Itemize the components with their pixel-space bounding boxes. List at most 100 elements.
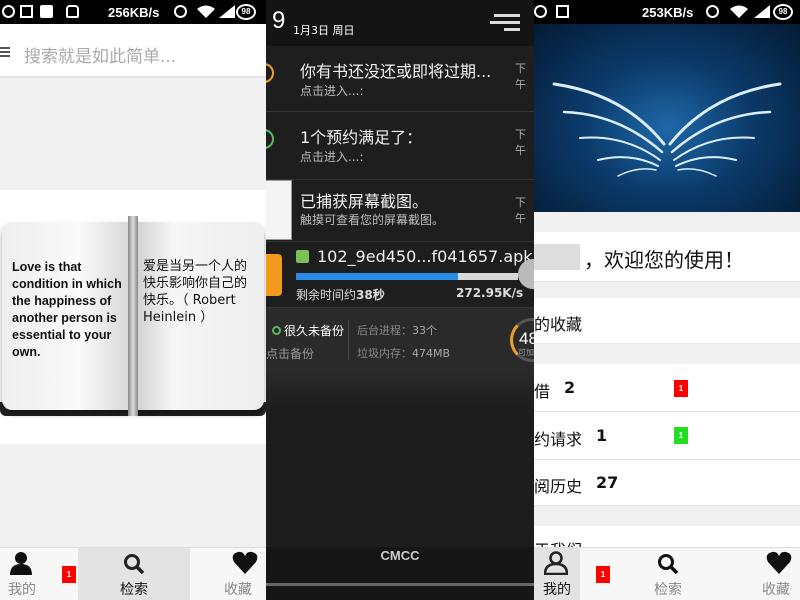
- notification-badge: 1: [674, 380, 688, 397]
- drag-handle[interactable]: [266, 583, 534, 586]
- download-speed: 272.95K/s: [456, 286, 524, 300]
- notification-title: 你有书还没还或即将过期...: [300, 62, 492, 81]
- notification-subtitle: 点击进入...:: [300, 84, 364, 98]
- carrier-label: CMCC: [380, 548, 420, 563]
- tab-search[interactable]: 检索: [78, 548, 190, 600]
- lock-icon: [66, 5, 79, 18]
- alarm-icon: [174, 5, 187, 18]
- check-icon: [534, 5, 547, 18]
- battery-indicator: 98: [236, 4, 256, 20]
- tab-search-label: 检索: [120, 582, 148, 598]
- quote-english: Love is that condition in which the happ…: [12, 260, 122, 359]
- row-count: 2: [564, 378, 576, 397]
- row-label: 的收藏: [534, 315, 583, 334]
- notification-badge: 1: [674, 427, 688, 444]
- user-icon: [544, 551, 568, 575]
- notification-time: 下午: [515, 196, 526, 225]
- quote-chinese: 爱是当另一个人的快乐影响你自己的快乐。（ Robert Heinlein ）: [143, 259, 248, 325]
- shade-footer: CMCC: [266, 547, 534, 600]
- divider: [348, 320, 349, 360]
- battery-indicator: 98: [773, 4, 793, 20]
- signal-icon: [219, 5, 235, 18]
- shade-header: 9 1月3日 周日: [266, 0, 534, 46]
- reservation-row[interactable]: 约请求 1 1: [534, 412, 800, 460]
- menu-icon[interactable]: [0, 47, 10, 57]
- row-label: 阅历史: [534, 477, 583, 496]
- shade-divider: [266, 370, 534, 410]
- backup-button[interactable]: 点击备份: [266, 345, 314, 362]
- notification-download[interactable]: 102_9ed450...f041657.apk 剩余时间约38秒 272.95…: [266, 242, 534, 308]
- user-icon: [10, 552, 32, 575]
- welcome-row: ，欢迎您的使用！: [534, 232, 800, 282]
- bottom-nav: 我的 1 检索 收藏: [0, 547, 266, 600]
- row-count: 27: [596, 473, 619, 492]
- date: 1月3日 周日: [293, 24, 355, 37]
- download-remaining: 剩余时间约38秒: [296, 288, 385, 302]
- notification-subtitle: 触摸可查看您的屏幕截图。: [300, 213, 445, 227]
- network-speed: 256KB/s: [108, 5, 160, 20]
- search-icon: [124, 554, 145, 575]
- notification-badge: 1: [62, 566, 76, 583]
- welcome-text: ，欢迎您的使用！: [584, 248, 744, 272]
- network-speed: 253KB/s: [642, 5, 694, 20]
- profile-screen: 253KB/s 98 ，欢迎您的使用！ 的收藏 借 2 1 约请求 1 1 阅历…: [534, 0, 800, 600]
- wifi-icon: [197, 5, 215, 18]
- notification-title: 1个预约满足了：: [300, 128, 423, 147]
- settings-icon[interactable]: [490, 14, 520, 34]
- borrow-row[interactable]: 借 2 1: [534, 364, 800, 412]
- screenshot-thumbnail: [266, 180, 292, 240]
- tab-mine[interactable]: 我的: [534, 548, 580, 600]
- my-favorites-row[interactable]: 的收藏: [534, 298, 800, 344]
- history-row[interactable]: 阅历史 27: [534, 460, 800, 506]
- alarm-icon: [706, 5, 719, 18]
- wings-image: [552, 82, 782, 177]
- row-label: 约请求: [534, 430, 583, 449]
- backup-status: 很久未备份: [272, 322, 344, 339]
- tab-mine-label: 我的: [543, 582, 571, 598]
- heart-icon: [766, 551, 792, 574]
- bottom-nav: 我的 1 检索 收藏: [534, 547, 800, 600]
- memory-cleaner-widget[interactable]: 很久未备份 点击备份 后台进程：33个 垃圾内存：474MB 48 可加: [266, 308, 534, 370]
- search-bar[interactable]: 搜索就是如此简单...: [0, 24, 266, 78]
- library-app-icon: [266, 63, 274, 83]
- notification-subtitle: 点击进入...:: [300, 150, 364, 164]
- notification-time: 下午: [515, 128, 526, 157]
- tab-search-label: 检索: [654, 582, 682, 598]
- memory-score[interactable]: 48 可加: [510, 318, 534, 362]
- row-label: 借: [534, 382, 551, 401]
- notification-reservation[interactable]: 1个预约满足了： 点击进入...: 下午: [266, 112, 534, 180]
- quote-book: Love is that condition in which the happ…: [0, 216, 266, 416]
- download-progress-fill: [296, 273, 459, 280]
- tab-search[interactable]: 检索: [612, 548, 724, 600]
- check-icon: [2, 5, 15, 18]
- background-processes: 后台进程：33个: [357, 324, 437, 337]
- notification-screenshot[interactable]: 已捕获屏幕截图。 触摸可查看您的屏幕截图。 下午: [266, 180, 534, 242]
- profile-banner: [534, 24, 800, 212]
- row-count: 1: [596, 426, 608, 445]
- tab-favorites[interactable]: 收藏: [218, 548, 266, 600]
- search-input[interactable]: 搜索就是如此简单...: [24, 42, 176, 67]
- tab-mine[interactable]: 我的: [0, 548, 44, 600]
- missed-call-icon: [40, 5, 53, 18]
- clock: 9: [272, 7, 286, 34]
- avatar: [534, 244, 580, 270]
- download-progress: [296, 273, 518, 280]
- notification-title: 已捕获屏幕截图。: [300, 192, 429, 211]
- status-bar: 256KB/s 98: [0, 0, 266, 24]
- android-icon: [296, 250, 309, 263]
- signal-icon: [754, 5, 770, 18]
- search-icon: [658, 554, 679, 575]
- tab-mine-label: 我的: [8, 582, 36, 598]
- junk-memory: 垃圾内存：474MB: [357, 347, 451, 360]
- search-screen: 256KB/s 98 搜索就是如此简单... Love is that cond…: [0, 0, 266, 600]
- status-bar: 253KB/s 98: [534, 0, 800, 24]
- download-filename: 102_9ed450...f041657.apk: [317, 247, 533, 266]
- notification-time: 下午: [515, 62, 526, 91]
- notification-shade: 9 1月3日 周日 你有书还没还或即将过期... 点击进入...: 下午 1个预…: [266, 0, 534, 600]
- heart-icon: [232, 551, 258, 574]
- notification-overdue-books[interactable]: 你有书还没还或即将过期... 点击进入...: 下午: [266, 46, 534, 112]
- check-icon: [266, 129, 274, 149]
- notification-badge: 1: [596, 566, 610, 583]
- download-app-icon: [266, 254, 282, 296]
- tab-favorites[interactable]: 收藏: [752, 548, 800, 600]
